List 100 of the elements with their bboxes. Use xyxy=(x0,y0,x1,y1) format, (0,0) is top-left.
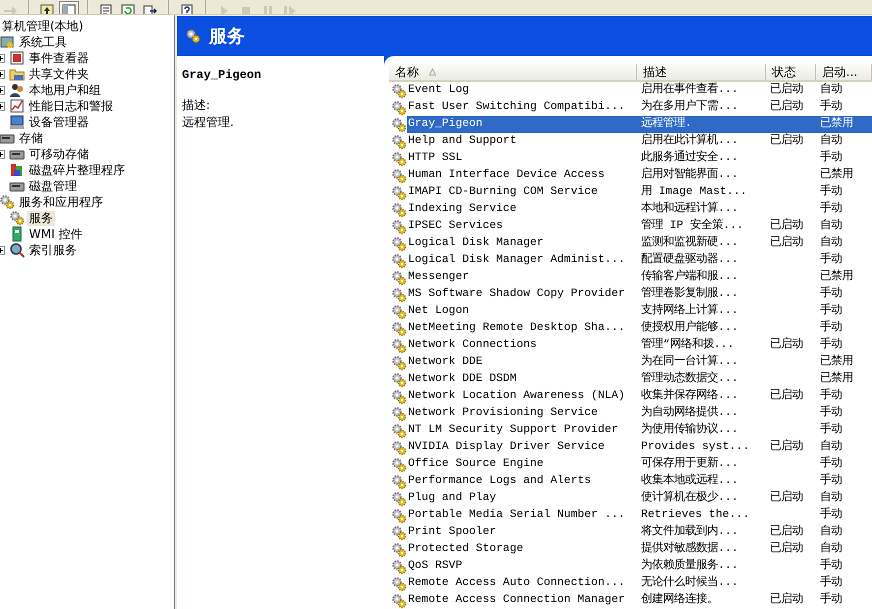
service-name-cell: NetMeeting Remote Desktop Sha... xyxy=(407,321,626,336)
table-row[interactable]: IMAPI CD-Burning COM Service 用 Image Mast... 手动 xyxy=(389,184,872,201)
gears-icon xyxy=(391,406,407,422)
startup-type-cell: 自动 xyxy=(820,135,842,147)
service-name-cell: Network DDE DSDM xyxy=(407,372,518,387)
table-row[interactable]: Logical Disk Manager 监测和监视新硬... 已启动 自动 xyxy=(389,235,872,252)
status-cell: 已启动 xyxy=(770,237,803,249)
description-cell: 启用在事件查看... xyxy=(641,84,738,96)
table-row[interactable]: NetMeeting Remote Desktop Sha... 使授权用户能够... 手动 xyxy=(389,320,872,337)
tree-item[interactable]: 性能日志和警报 xyxy=(27,98,115,114)
table-row[interactable]: Remote Access Connection Manager 创建网络连接。 已启动 手动 xyxy=(389,592,872,609)
table-row[interactable]: Plug and Play 使计算机在极少... 已启动 自动 xyxy=(389,490,872,507)
tree-item[interactable]: 服务和应用程序 xyxy=(17,194,105,210)
table-row[interactable]: Network Connections 管理“网络和拨... 已启动 手动 xyxy=(389,337,872,354)
description-cell: 提供对敏感数据... xyxy=(641,543,738,555)
table-row[interactable]: QoS RSVP 为依赖质量服务... 手动 xyxy=(389,558,872,575)
service-name-cell: Remote Access Connection Manager xyxy=(407,593,626,608)
table-row[interactable]: Human Interface Device Access 启用对智能界面... 已禁用 xyxy=(389,167,872,184)
tree-item[interactable]: 系统工具 xyxy=(17,34,69,50)
tree-item[interactable]: 设备管理器 xyxy=(27,114,91,130)
folder-up-icon xyxy=(40,4,54,14)
tree-item[interactable]: 磁盘碎片整理程序 xyxy=(27,162,127,178)
column-header[interactable]: 名称 xyxy=(389,64,637,80)
table-row[interactable]: Print Spooler 将文件加载到内... 已启动 自动 xyxy=(389,524,872,541)
pane-title: 服务 xyxy=(209,25,245,48)
gears-icon xyxy=(391,576,407,592)
table-row[interactable]: Fast User Switching Compatibi... 为在多用户下需... 已启动 手动 xyxy=(389,99,872,116)
table-row[interactable]: IPSEC Services 管理 IP 安全策... 已启动 自动 xyxy=(389,218,872,235)
table-row[interactable]: Protected Storage 提供对敏感数据... 已启动 自动 xyxy=(389,541,872,558)
description-cell: Provides syst... xyxy=(641,441,750,453)
service-name-cell: IMAPI CD-Burning COM Service xyxy=(407,185,599,200)
gears-icon xyxy=(391,304,407,320)
description-cell: 用 Image Mast... xyxy=(641,186,747,198)
table-row[interactable]: HTTP SSL 此服务通过安全... 手动 xyxy=(389,150,872,167)
table-row[interactable]: Network DDE 为在同一台计算... 已禁用 xyxy=(389,354,872,371)
service-name-cell: Print Spooler xyxy=(407,525,498,540)
column-header[interactable]: 描述 xyxy=(637,64,766,80)
gears-icon xyxy=(391,524,407,540)
table-row[interactable]: Indexing Service 本地和远程计算... 手动 xyxy=(389,201,872,218)
tree-item[interactable]: 算机管理(本地) xyxy=(0,18,86,34)
startup-type-cell: 已禁用 xyxy=(820,373,853,385)
description-cell: 远程管理. xyxy=(641,118,692,130)
column-header[interactable]: 状态 xyxy=(766,64,816,80)
table-row[interactable]: Remote Access Auto Connection... 无论什么时候当... 手动 xyxy=(389,575,872,592)
startup-type-cell: 手动 xyxy=(820,254,842,266)
gears-icon xyxy=(391,456,407,472)
description-cell: 为使用传输协议... xyxy=(641,424,738,436)
table-row[interactable]: Messenger 传输客户端和服... 已禁用 xyxy=(389,269,872,286)
description-cell: 为在多用户下需... xyxy=(641,101,738,113)
tree-item[interactable]: 共享文件夹 xyxy=(27,66,91,82)
tree-item[interactable]: 本地用户和组 xyxy=(27,82,103,98)
tree-item[interactable]: 服务 xyxy=(27,210,55,226)
status-cell: 已启动 xyxy=(770,594,803,606)
table-row[interactable]: Event Log 启用在事件查看... 已启动 自动 xyxy=(389,82,872,99)
description-cell: 支持网络上计算... xyxy=(641,305,738,317)
startup-type-cell: 手动 xyxy=(820,424,842,436)
table-row[interactable]: Office Source Engine 可保存用于更新... 手动 xyxy=(389,456,872,473)
startup-type-cell: 手动 xyxy=(820,458,842,470)
status-cell: 已启动 xyxy=(770,339,803,351)
tree-item[interactable]: 可移动存储 xyxy=(27,146,91,162)
table-row[interactable]: Portable Media Serial Number ... Retrieves the... 手动 xyxy=(389,507,872,524)
startup-type-cell: 已禁用 xyxy=(820,271,853,283)
service-name-cell: Messenger xyxy=(407,270,470,285)
table-row[interactable]: MS Software Shadow Copy Provider 管理卷影复制服... 手动 xyxy=(389,286,872,303)
service-name-cell: HTTP SSL xyxy=(407,151,464,166)
tree-item[interactable]: 存储 xyxy=(17,130,45,146)
table-row[interactable]: Help and Support 启用在此计算机... 已启动 自动 xyxy=(389,133,872,150)
tree-item[interactable]: 事件查看器 xyxy=(27,50,91,66)
tree-item[interactable]: 索引服务 xyxy=(27,242,79,258)
startup-type-cell: 手动 xyxy=(820,152,842,164)
service-name-cell: Fast User Switching Compatibi... xyxy=(407,100,626,115)
table-row[interactable]: Network DDE DSDM 管理动态数据交... 已禁用 xyxy=(389,371,872,388)
column-header[interactable]: 启动... xyxy=(816,64,872,80)
startup-type-cell: 手动 xyxy=(820,560,842,572)
table-row[interactable]: Gray_Pigeon 远程管理. 已禁用 xyxy=(389,116,872,133)
table-row[interactable]: Performance Logs and Alerts 收集本地或远程... 手动 xyxy=(389,473,872,490)
tree-item[interactable]: 磁盘管理 xyxy=(27,178,79,194)
service-name-cell: Human Interface Device Access xyxy=(407,168,606,183)
description-cell: 传输客户端和服... xyxy=(641,271,738,283)
service-name-cell: NT LM Security Support Provider xyxy=(407,423,620,438)
description-cell: 为依赖质量服务... xyxy=(641,560,738,572)
table-row[interactable]: NVIDIA Display Driver Service Provides syst... 已启动 自动 xyxy=(389,439,872,456)
service-name-cell: Portable Media Serial Number ... xyxy=(407,508,626,523)
gears-icon xyxy=(391,388,407,404)
gears-icon xyxy=(391,236,407,252)
table-row[interactable]: Logical Disk Manager Administ... 配置硬盘驱动器... 手动 xyxy=(389,252,872,269)
startup-type-cell: 已禁用 xyxy=(820,356,853,368)
table-row[interactable]: NT LM Security Support Provider 为使用传输协议... 手动 xyxy=(389,422,872,439)
service-name-cell: Performance Logs and Alerts xyxy=(407,474,592,489)
description-cell: 管理 IP 安全策... xyxy=(641,220,744,232)
description-cell: 为在同一台计算... xyxy=(641,356,738,368)
startup-type-cell: 自动 xyxy=(820,84,842,96)
gears-icon xyxy=(391,508,407,524)
service-name-cell: Gray_Pigeon xyxy=(407,117,484,132)
table-row[interactable]: Net Logon 支持网络上计算... 手动 xyxy=(389,303,872,320)
table-row[interactable]: Network Provisioning Service 为自动网络提供... 手动 xyxy=(389,405,872,422)
table-row[interactable]: Network Location Awareness (NLA) 收集并保存网络... 已启动 手动 xyxy=(389,388,872,405)
tree-item[interactable]: WMI 控件 xyxy=(27,226,85,242)
search-icon xyxy=(9,242,25,258)
pause-icon xyxy=(261,4,275,14)
